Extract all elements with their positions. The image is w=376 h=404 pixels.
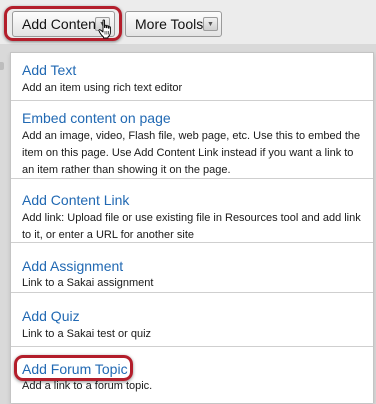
menu-item-title[interactable]: Add Assignment <box>22 258 123 274</box>
menu-item-description: Link to a Sakai test or quiz <box>22 328 152 340</box>
toolbar: Add Content ▼ More Tools ▼ <box>0 0 376 44</box>
menu-item-add-quiz[interactable]: Add Quiz Link to a Sakai test or quiz <box>11 293 373 347</box>
menu-item-embed-content[interactable]: Embed content on page Add an image, vide… <box>11 101 373 179</box>
hand-pointer-icon <box>98 19 111 39</box>
add-content-dropdown-menu: Add Text Add an item using rich text edi… <box>10 52 374 403</box>
menu-item-description: Add an item using rich text editor <box>22 82 183 94</box>
menu-item-add-assignment[interactable]: Add Assignment Link to a Sakai assignmen… <box>11 243 373 293</box>
menu-item-add-forum-topic[interactable]: Add Forum Topic Add a link to a forum to… <box>11 347 373 404</box>
menu-item-description: Add an image, video, Flash file, web pag… <box>22 130 361 176</box>
menu-item-title[interactable]: Add Content Link <box>22 192 129 208</box>
menu-item-description: Add a link to a forum topic. <box>22 380 153 392</box>
menu-item-add-text[interactable]: Add Text Add an item using rich text edi… <box>11 53 373 101</box>
menu-item-title[interactable]: Add Quiz <box>22 308 80 324</box>
menu-item-add-content-link[interactable]: Add Content Link Add link: Upload file o… <box>11 179 373 243</box>
chevron-down-icon[interactable]: ▼ <box>203 17 218 31</box>
menu-item-title[interactable]: Embed content on page <box>22 110 171 126</box>
menu-item-title[interactable]: Add Text <box>22 62 76 78</box>
menu-item-description: Link to a Sakai assignment <box>22 277 154 289</box>
more-tools-label: More Tools <box>135 16 204 32</box>
menu-item-title[interactable]: Add Forum Topic <box>22 361 128 377</box>
more-tools-button[interactable]: More Tools ▼ <box>125 11 222 37</box>
menu-item-description: Add link: Upload file or use existing fi… <box>22 212 361 241</box>
add-content-label: Add Content <box>22 16 100 32</box>
background-page-edge <box>0 62 4 70</box>
